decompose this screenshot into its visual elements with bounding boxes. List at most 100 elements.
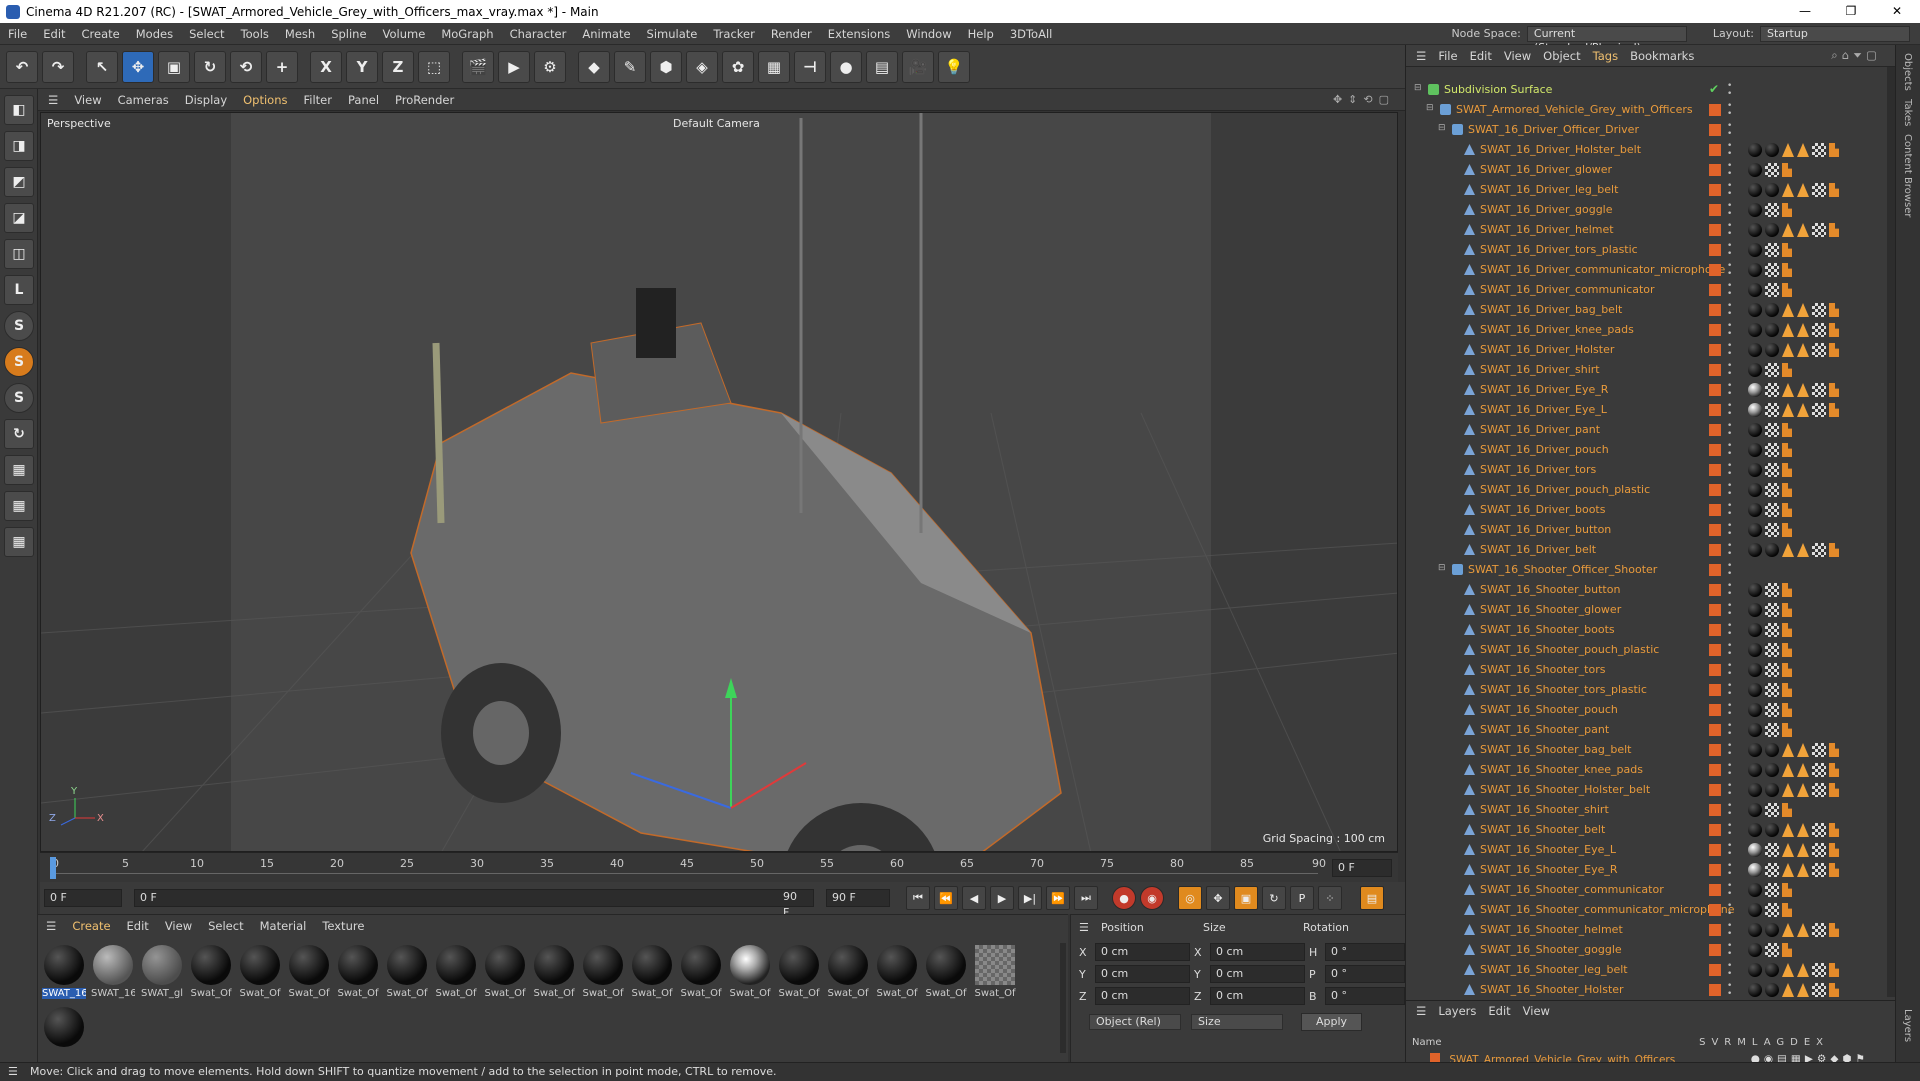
visibility-dots-icon[interactable]: • • xyxy=(1727,322,1732,339)
material-tag-icon[interactable] xyxy=(1748,523,1762,537)
selection-tag-icon[interactable] xyxy=(1782,783,1794,797)
menu-mograph[interactable]: MoGraph xyxy=(433,27,501,41)
workplane-snap-icon[interactable]: S xyxy=(4,383,34,413)
object-row[interactable]: ⊟ SWAT_16_Driver_Officer_Driver • • xyxy=(1406,120,1896,140)
object-name[interactable]: SWAT_16_Shooter_Eye_L xyxy=(1480,843,1616,856)
selection-tag-icon[interactable] xyxy=(1782,843,1794,857)
phong-tag-icon[interactable] xyxy=(1782,803,1792,817)
uvw-tag-icon[interactable] xyxy=(1765,723,1779,737)
object-row[interactable]: SWAT_16_Driver_knee_pads • • xyxy=(1406,320,1896,340)
camera-label[interactable]: Default Camera xyxy=(673,117,760,130)
layer-swatch[interactable] xyxy=(1709,644,1721,656)
layer-swatch[interactable] xyxy=(1709,264,1721,276)
material-menu-select[interactable]: Select xyxy=(200,919,251,933)
subdivision-button[interactable]: ⬢ xyxy=(650,50,682,83)
object-row[interactable]: SWAT_16_Driver_boots • • xyxy=(1406,500,1896,520)
visibility-dots-icon[interactable]: • • xyxy=(1727,662,1732,679)
selection-tag-icon[interactable] xyxy=(1797,343,1809,357)
viewport-menu-filter[interactable]: Filter xyxy=(296,93,340,107)
size-mode-dropdown[interactable]: Size xyxy=(1191,1014,1283,1030)
material-tag-icon[interactable] xyxy=(1765,963,1779,977)
selection-tag-icon[interactable] xyxy=(1797,143,1809,157)
selection-tag-icon[interactable] xyxy=(1782,963,1794,977)
material-swatch[interactable]: Swat_Of xyxy=(973,945,1017,999)
key-parameter-icon[interactable]: P xyxy=(1290,886,1314,910)
object-name[interactable]: SWAT_16_Shooter_bag_belt xyxy=(1480,743,1632,756)
material-tag-icon[interactable] xyxy=(1765,923,1779,937)
uvw-tag-icon[interactable] xyxy=(1812,543,1826,557)
record-icon[interactable]: ● xyxy=(1112,886,1136,910)
edges-mode-icon[interactable]: ◪ xyxy=(4,203,34,233)
object-row[interactable]: SWAT_16_Shooter_Holster • • xyxy=(1406,980,1896,1000)
layer-swatch[interactable] xyxy=(1709,204,1721,216)
selection-tag-icon[interactable] xyxy=(1782,543,1794,557)
layer-swatch[interactable] xyxy=(1709,604,1721,616)
object-row[interactable]: SWAT_16_Shooter_leg_belt • • xyxy=(1406,960,1896,980)
object-menu-file[interactable]: File xyxy=(1432,49,1463,63)
phong-tag-icon[interactable] xyxy=(1782,263,1792,277)
material-swatch[interactable]: Swat_Of xyxy=(532,945,576,999)
object-row[interactable]: SWAT_16_Driver_helmet • • xyxy=(1406,220,1896,240)
uvw-tag-icon[interactable] xyxy=(1812,863,1826,877)
layer-swatch[interactable] xyxy=(1709,904,1721,916)
phong-tag-icon[interactable] xyxy=(1782,603,1792,617)
maximize-button[interactable]: ❐ xyxy=(1828,0,1874,23)
material-tag-icon[interactable] xyxy=(1748,943,1762,957)
uvw-tag-icon[interactable] xyxy=(1765,603,1779,617)
layer-swatch[interactable] xyxy=(1709,384,1721,396)
layer-swatch[interactable] xyxy=(1709,944,1721,956)
layer-swatch[interactable] xyxy=(1709,724,1721,736)
current-frame-field[interactable]: 0 F xyxy=(1332,859,1392,877)
viewport-menu-options[interactable]: Options xyxy=(235,93,295,107)
selection-tag-icon[interactable] xyxy=(1797,823,1809,837)
spline-pen-button[interactable]: ✎ xyxy=(614,50,646,83)
texture-mode-icon[interactable]: ◨ xyxy=(4,131,34,161)
object-name[interactable]: SWAT_16_Driver_pant xyxy=(1480,423,1600,436)
object-row[interactable]: SWAT_16_Driver_goggle • • xyxy=(1406,200,1896,220)
uvw-tag-icon[interactable] xyxy=(1765,943,1779,957)
object-menu-tags[interactable]: Tags xyxy=(1587,49,1624,63)
object-name[interactable]: SWAT_16_Driver_shirt xyxy=(1480,363,1600,376)
visibility-dots-icon[interactable]: • • xyxy=(1727,982,1732,999)
material-tag-icon[interactable] xyxy=(1765,323,1779,337)
eye-material-tag-icon[interactable] xyxy=(1748,403,1762,417)
object-name[interactable]: SWAT_16_Shooter_pant xyxy=(1480,723,1609,736)
eye-material-tag-icon[interactable] xyxy=(1748,863,1762,877)
expand-toggle-icon[interactable]: ⊟ xyxy=(1438,123,1446,133)
material-tag-icon[interactable] xyxy=(1748,163,1762,177)
selection-tag-icon[interactable] xyxy=(1797,923,1809,937)
node-space-dropdown[interactable]: Current (Standard/Physical) xyxy=(1526,25,1687,54)
phong-tag-icon[interactable] xyxy=(1782,663,1792,677)
cube-primitive-button[interactable]: ◆ xyxy=(578,50,610,83)
object-menu-view[interactable]: View xyxy=(1498,49,1537,63)
material-tag-icon[interactable] xyxy=(1748,483,1762,497)
layer-swatch[interactable] xyxy=(1709,804,1721,816)
layout-dropdown[interactable]: Startup xyxy=(1760,25,1910,42)
uvw-tag-icon[interactable] xyxy=(1812,983,1826,997)
viewport-menu-view[interactable]: View xyxy=(66,93,109,107)
prev-frame-icon[interactable]: ◀ xyxy=(962,886,986,910)
visibility-dots-icon[interactable]: • • xyxy=(1727,942,1732,959)
mograph-button[interactable]: ✿ xyxy=(722,50,754,83)
autokey-icon[interactable]: ◉ xyxy=(1140,886,1164,910)
object-name[interactable]: SWAT_16_Driver_belt xyxy=(1480,543,1596,556)
material-tag-icon[interactable] xyxy=(1748,623,1762,637)
next-frame-icon[interactable]: ▶| xyxy=(1018,886,1042,910)
phong-tag-icon[interactable] xyxy=(1829,963,1839,977)
selection-tag-icon[interactable] xyxy=(1782,923,1794,937)
layers-menu-edit[interactable]: Edit xyxy=(1482,1004,1516,1018)
object-row[interactable]: SWAT_16_Driver_bag_belt • • xyxy=(1406,300,1896,320)
material-tag-icon[interactable] xyxy=(1748,283,1762,297)
tweak-mode-icon[interactable]: ↻ xyxy=(4,419,34,449)
uvw-tag-icon[interactable] xyxy=(1812,963,1826,977)
material-tag-icon[interactable] xyxy=(1748,883,1762,897)
apply-button[interactable]: Apply xyxy=(1301,1013,1363,1031)
phong-tag-icon[interactable] xyxy=(1782,883,1792,897)
layer-swatch[interactable] xyxy=(1709,104,1721,116)
render-region-button[interactable]: 🎬 xyxy=(462,50,494,83)
object-name[interactable]: SWAT_16_Shooter_knee_pads xyxy=(1480,763,1643,776)
object-row[interactable]: SWAT_16_Driver_pouch_plastic • • xyxy=(1406,480,1896,500)
material-tag-icon[interactable] xyxy=(1748,963,1762,977)
object-row[interactable]: SWAT_16_Shooter_Holster_belt • • xyxy=(1406,780,1896,800)
phong-tag-icon[interactable] xyxy=(1829,983,1839,997)
